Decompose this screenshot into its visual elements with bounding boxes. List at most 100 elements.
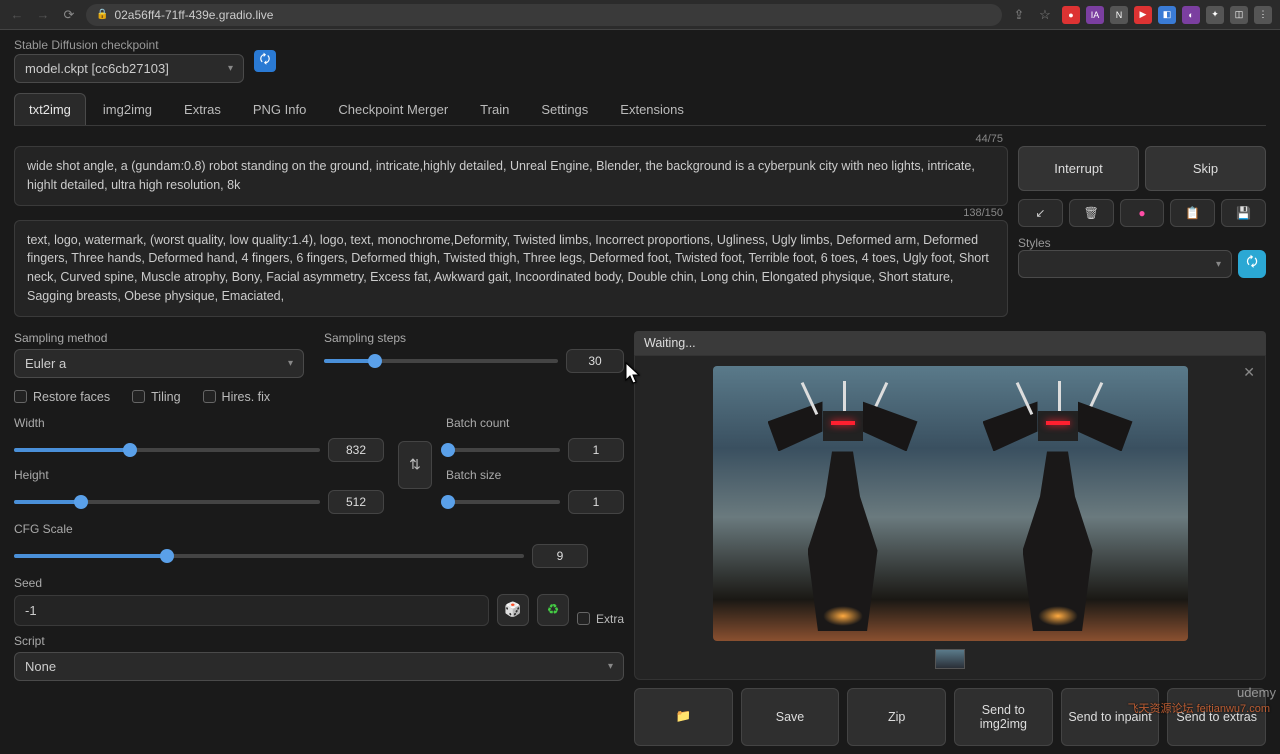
height-label: Height (14, 468, 384, 482)
send-inpaint-button[interactable]: Send to inpaint (1061, 688, 1160, 746)
styles-select[interactable]: ▾ (1018, 250, 1232, 278)
skip-button[interactable]: Skip (1145, 146, 1266, 191)
extensions-area: ● IA N ▶ ◧ ◐ ✦ ◫ ⋮ (1062, 6, 1272, 24)
reuse-seed-button[interactable]: ♻ (537, 594, 569, 626)
prompt-input[interactable]: 44/75 wide shot angle, a (gundam:0.8) ro… (14, 146, 1008, 206)
refresh-checkpoint-button[interactable]: 🗘 (254, 50, 276, 72)
swap-dimensions-button[interactable]: ⇅ (398, 441, 432, 489)
checkpoint-label: Stable Diffusion checkpoint (14, 38, 244, 52)
generation-controls: Sampling method Euler a ▾ Sampling steps… (14, 331, 624, 746)
sampling-method-select[interactable]: Euler a ▾ (14, 349, 304, 378)
checkbox-icon (132, 390, 145, 403)
sampling-method-label: Sampling method (14, 331, 304, 345)
script-value: None (25, 659, 56, 674)
chevron-down-icon: ▾ (228, 63, 233, 74)
send-img2img-button[interactable]: Send to img2img (954, 688, 1053, 746)
extension-icon[interactable]: IA (1086, 6, 1104, 24)
sampling-steps-slider[interactable] (324, 359, 558, 363)
width-value[interactable]: 832 (328, 438, 384, 462)
checkbox-icon (577, 612, 590, 625)
arrow-icon-button[interactable]: ↙ (1018, 199, 1063, 227)
sampling-method-value: Euler a (25, 356, 66, 371)
watermark-text-2: udemy (1237, 685, 1276, 700)
sampling-steps-value[interactable]: 30 (566, 349, 624, 373)
close-icon[interactable]: ✕ (1243, 364, 1255, 381)
extension-icon[interactable]: N (1110, 6, 1128, 24)
clipboard-icon-button[interactable]: 📋 (1170, 199, 1215, 227)
seed-input[interactable]: -1 (14, 595, 489, 626)
batch-size-value[interactable]: 1 (568, 490, 624, 514)
save-style-button[interactable]: 💾 (1221, 199, 1266, 227)
menu-icon[interactable]: ⋮ (1254, 6, 1272, 24)
back-button[interactable]: ← (8, 6, 26, 24)
negative-prompt-input[interactable]: 138/150 text, logo, watermark, (worst qu… (14, 220, 1008, 317)
extra-seed-checkbox[interactable]: Extra (577, 612, 624, 626)
puzzle-icon[interactable]: ✦ (1206, 6, 1224, 24)
thumbnail[interactable] (935, 649, 965, 668)
chevron-down-icon: ▾ (608, 661, 613, 672)
checkpoint-select[interactable]: model.ckpt [cc6cb27103] ▾ (14, 54, 244, 83)
output-panel: Waiting... ✕ (634, 331, 1266, 746)
cfg-slider[interactable] (14, 554, 524, 558)
random-seed-button[interactable]: 🎲 (497, 594, 529, 626)
checkbox-icon (14, 390, 27, 403)
tab-settings[interactable]: Settings (526, 93, 603, 125)
width-label: Width (14, 416, 384, 430)
tab-extensions[interactable]: Extensions (605, 93, 699, 125)
open-folder-button[interactable]: 📁 (634, 688, 733, 746)
main-tabs: txt2img img2img Extras PNG Info Checkpoi… (14, 93, 1266, 126)
generated-image[interactable] (713, 366, 1188, 642)
extension-icon[interactable]: ▶ (1134, 6, 1152, 24)
trash-icon-button[interactable]: 🗑 (1069, 199, 1114, 227)
tab-checkpoint-merger[interactable]: Checkpoint Merger (323, 93, 463, 125)
neg-token-count: 138/150 (963, 205, 1003, 222)
tab-pnginfo[interactable]: PNG Info (238, 93, 321, 125)
reload-button[interactable]: ⟳ (60, 6, 78, 24)
neg-prompt-text: text, logo, watermark, (worst quality, l… (27, 233, 989, 303)
batch-size-label: Batch size (446, 468, 624, 482)
tab-img2img[interactable]: img2img (88, 93, 167, 125)
style-dot-button[interactable]: ● (1120, 199, 1165, 227)
script-label: Script (14, 634, 624, 648)
interrupt-button[interactable]: Interrupt (1018, 146, 1139, 191)
share-icon[interactable]: ⇪ (1010, 6, 1028, 24)
sampling-steps-label: Sampling steps (324, 331, 624, 345)
prompt-token-count: 44/75 (975, 131, 1003, 148)
height-value[interactable]: 512 (328, 490, 384, 514)
script-select[interactable]: None ▾ (14, 652, 624, 681)
forward-button[interactable]: → (34, 6, 52, 24)
tab-txt2img[interactable]: txt2img (14, 93, 86, 125)
extension-icon[interactable]: ◐ (1182, 6, 1200, 24)
cfg-label: CFG Scale (14, 522, 624, 536)
tab-train[interactable]: Train (465, 93, 524, 125)
star-icon[interactable]: ☆ (1036, 6, 1054, 24)
output-image-area: ✕ (634, 355, 1266, 680)
cfg-value[interactable]: 9 (532, 544, 588, 568)
url-text: 02a56ff4-71ff-439e.gradio.live (114, 8, 273, 22)
batch-count-slider[interactable] (446, 448, 560, 452)
browser-toolbar: ← → ⟳ 🔒 02a56ff4-71ff-439e.gradio.live ⇪… (0, 0, 1280, 30)
styles-label: Styles (1018, 236, 1051, 250)
batch-size-slider[interactable] (446, 500, 560, 504)
prompt-text: wide shot angle, a (gundam:0.8) robot st… (27, 159, 975, 192)
mouse-cursor-icon (625, 362, 643, 386)
hires-fix-checkbox[interactable]: Hires. fix (203, 390, 271, 404)
address-bar[interactable]: 🔒 02a56ff4-71ff-439e.gradio.live (86, 4, 1002, 26)
width-slider[interactable] (14, 448, 320, 452)
extension-icon[interactable]: ● (1062, 6, 1080, 24)
chevron-down-icon: ▾ (288, 358, 293, 369)
save-button[interactable]: Save (741, 688, 840, 746)
lock-icon: 🔒 (96, 9, 108, 20)
apply-style-button[interactable]: 🗘 (1238, 250, 1266, 278)
restore-faces-checkbox[interactable]: Restore faces (14, 390, 110, 404)
tiling-checkbox[interactable]: Tiling (132, 390, 180, 404)
tab-extras[interactable]: Extras (169, 93, 236, 125)
checkbox-icon (203, 390, 216, 403)
panel-icon[interactable]: ◫ (1230, 6, 1248, 24)
zip-button[interactable]: Zip (847, 688, 946, 746)
extension-icon[interactable]: ◧ (1158, 6, 1176, 24)
chevron-down-icon: ▾ (1216, 259, 1221, 270)
watermark-text: 飞天资源论坛 feitianwu7.com (1128, 700, 1270, 716)
batch-count-value[interactable]: 1 (568, 438, 624, 462)
height-slider[interactable] (14, 500, 320, 504)
